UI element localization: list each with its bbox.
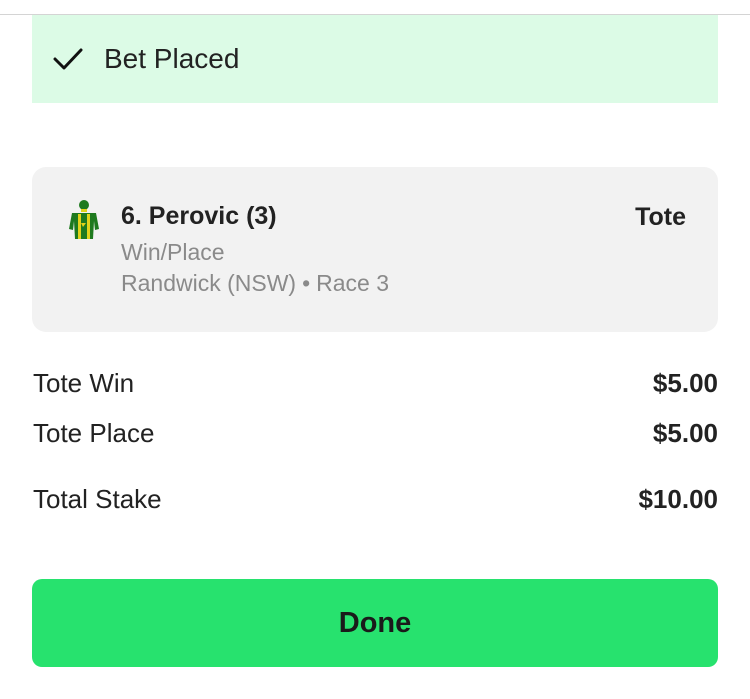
bet-card: 6. Perovic (3) Win/Place Randwick (NSW) •… <box>32 167 718 332</box>
pool-type-label: Tote <box>635 203 686 231</box>
tote-win-row: Tote Win $5.00 <box>33 368 718 399</box>
done-button[interactable]: Done <box>32 579 718 667</box>
venue-name: Randwick (NSW) <box>121 270 297 296</box>
total-stake-label: Total Stake <box>33 484 162 514</box>
tote-place-row: Tote Place $5.00 <box>33 418 718 449</box>
banner-text: Bet Placed <box>104 43 240 74</box>
checkmark-icon <box>52 43 84 75</box>
tote-place-label: Tote Place <box>33 418 155 448</box>
tote-win-value: $5.00 <box>652 368 718 398</box>
bet-placed-banner: Bet Placed <box>32 15 718 103</box>
tote-win-label: Tote Win <box>33 368 135 398</box>
race-info: Randwick (NSW) • Race 3 <box>121 270 389 297</box>
separator-dot: • <box>302 270 311 296</box>
total-stake-value: $10.00 <box>638 484 718 514</box>
runner-name: 6. Perovic (3) <box>121 202 277 230</box>
bet-type: Win/Place <box>121 239 225 265</box>
total-stake-row: Total Stake $10.00 <box>33 484 718 515</box>
bet-confirmation-screen: Bet Placed 6. Perovic (3) Win/Place Rand… <box>0 0 750 699</box>
tote-place-value: $5.00 <box>652 418 718 448</box>
race-number: Race 3 <box>316 270 390 296</box>
jockey-silks-icon <box>66 199 102 239</box>
